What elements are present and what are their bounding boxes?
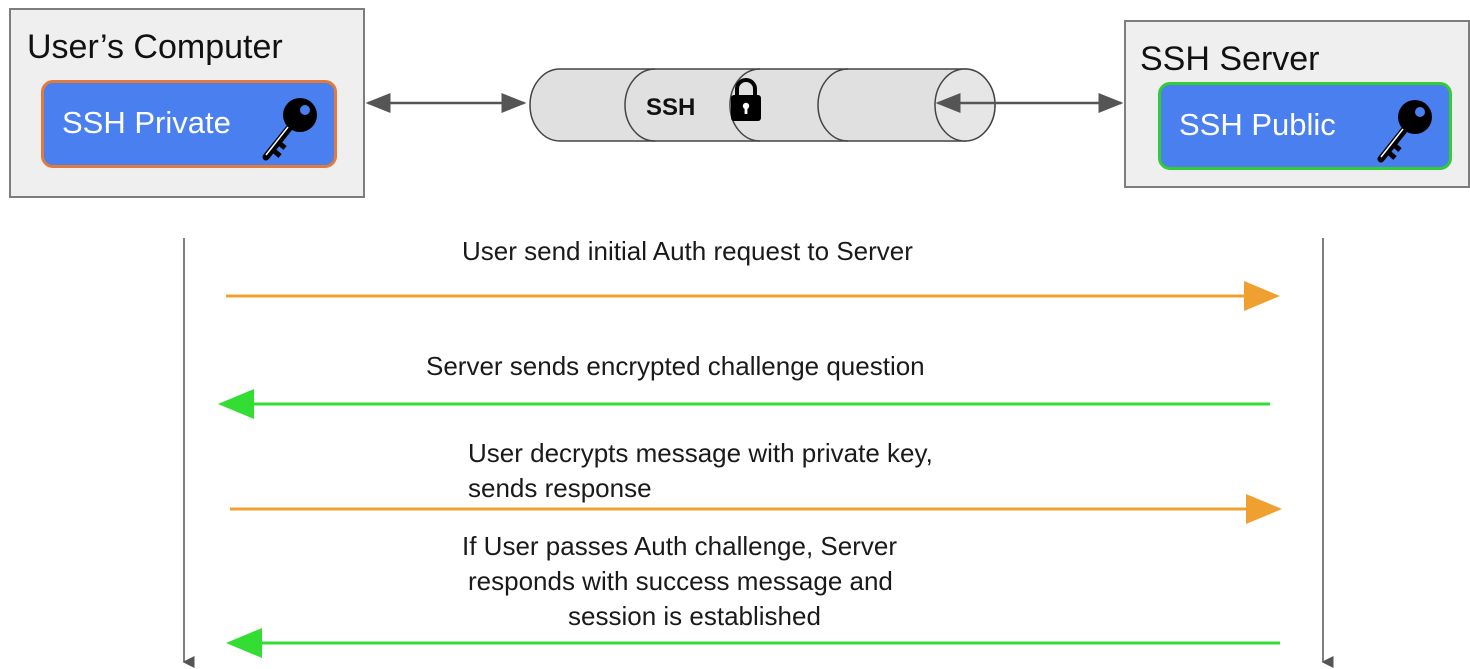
message-2-line-1: Server sends encrypted challenge questio… xyxy=(426,351,925,381)
message-1-line-1: User send initial Auth request to Server xyxy=(462,236,913,266)
message-4-line-2: responds with success message and xyxy=(468,566,893,596)
message-3-text: User decrypts message with private key, … xyxy=(468,436,933,506)
ssh-tunnel xyxy=(529,68,996,142)
tunnel-label: SSH xyxy=(646,94,696,121)
message-2-text: Server sends encrypted challenge questio… xyxy=(426,349,925,384)
message-4-text: If User passes Auth challenge, Server re… xyxy=(460,529,980,634)
message-4-line-1: If User passes Auth challenge, Server xyxy=(462,531,898,561)
message-1-text: User send initial Auth request to Server xyxy=(462,234,913,269)
message-3-line-2: sends response xyxy=(468,473,652,503)
message-4-line-3: session is established xyxy=(568,601,821,631)
message-3-line-1: User decrypts message with private key, xyxy=(468,438,933,468)
